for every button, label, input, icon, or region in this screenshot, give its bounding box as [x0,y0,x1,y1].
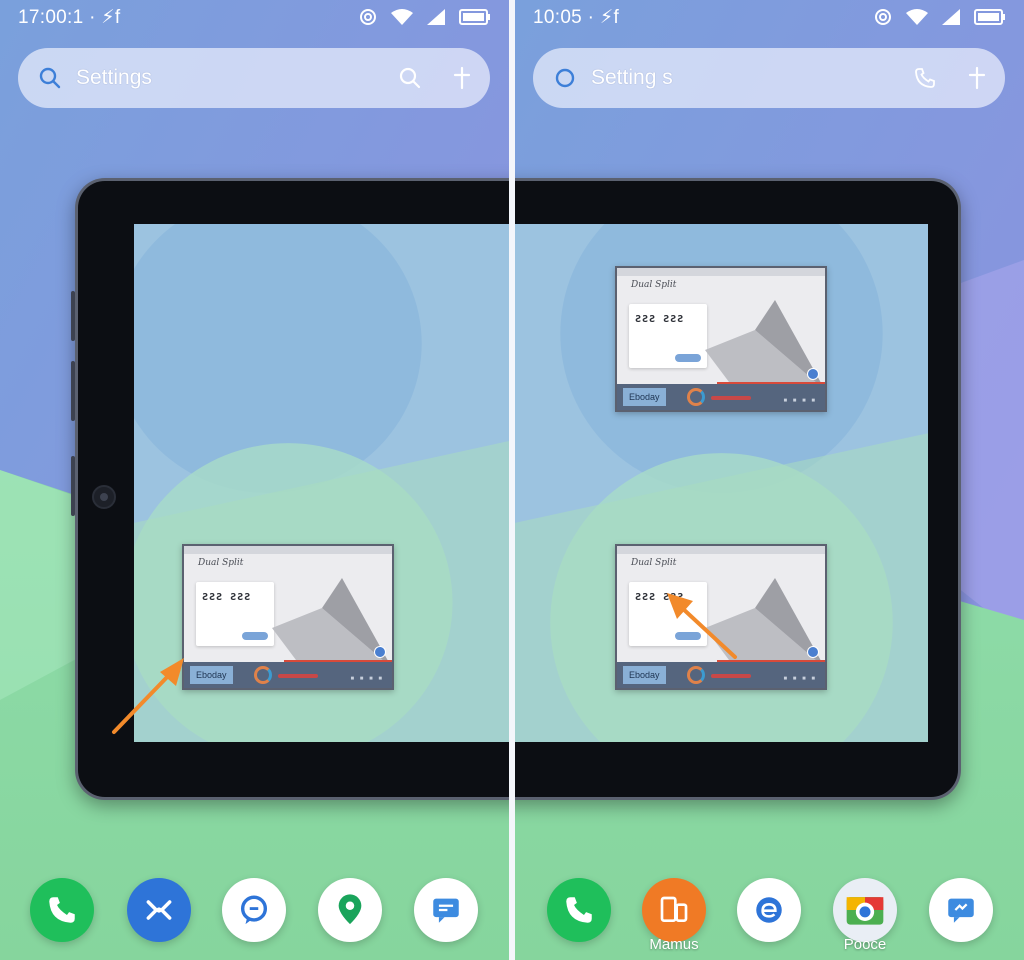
split-screen-app[interactable] [127,878,191,942]
gauge-icon [687,666,705,684]
volume-button [71,291,75,341]
phone-icon [566,897,592,923]
wifi-icon [906,9,928,25]
pointer-arrow [112,658,184,734]
battery-icon [459,9,490,25]
dock-label-mamus: Mamus [649,936,699,953]
devices-app[interactable] [642,878,706,942]
window-tag[interactable]: Eboday [190,666,233,684]
comparison-screenshot: 17:00:1 · ⚡f Settings Dual Split ƧƧƧ ƧƧƧ… [0,0,1024,960]
status-time: 10:05 · ⚡f [533,6,620,28]
window-title: Dual Split [631,280,677,290]
window-title: Dual Split [198,558,244,568]
tablet-frame: Dual Split ƧƧƧ ƧƧƧ Eboday ■ ■ ■ ■ [515,178,961,800]
dock-label-pooce: Pooce [843,936,887,953]
status-bar: 10:05 · ⚡f [533,4,1006,30]
sync-icon [360,9,376,25]
search-icon [39,67,61,89]
window-title: Dual Split [631,558,677,568]
right-phone-screen: 10:05 · ⚡f Setting s Dual Split ƧƧƧ ƧƧƧ … [515,0,1024,960]
status-icons [357,6,491,28]
tablet-screen: Dual Split ƧƧƧ ƧƧƧ Eboday ■ ■ ■ ■ [134,224,509,742]
search-bar[interactable]: Setting s [533,48,1005,108]
dialog-code: ƧƧƧ ƧƧƧ [635,314,685,325]
phone-icon[interactable] [913,66,937,90]
search-label: Settings [76,66,152,89]
volume-button [71,361,75,421]
camera-icon [846,897,884,925]
signal-icon [942,9,960,25]
message-icon [433,898,459,923]
messages-app[interactable] [414,878,478,942]
battery-icon [974,9,1005,25]
chat-app[interactable] [222,878,286,942]
chat-bubble-icon [240,895,268,925]
phone-icon [49,897,75,923]
badge-icon [374,646,386,658]
camera-app[interactable] [833,878,897,942]
sync-icon [875,9,891,25]
status-bar: 17:00:1 · ⚡f [18,4,491,30]
mic-icon[interactable] [967,66,987,90]
split-window-top[interactable]: Dual Split ƧƧƧ ƧƧƧ Eboday ■ ■ ■ ■ [615,266,827,412]
wifi-icon [391,9,413,25]
maps-app[interactable] [318,878,382,942]
window-tag[interactable]: Eboday [623,666,666,684]
phone-app[interactable] [547,878,611,942]
camera-icon [92,485,116,509]
search-bar[interactable]: Settings [18,48,490,108]
phone-app[interactable] [30,878,94,942]
badge-icon [807,646,819,658]
power-button [71,456,75,516]
split-screen-icon [146,900,172,920]
browser-icon [756,897,782,923]
mic-icon[interactable] [452,66,472,90]
maps-pin-icon [338,894,362,925]
app-dock: Mamus Pooce [515,878,1024,953]
search-icon [555,68,575,88]
dialog-card: ƧƧƧ ƧƧƧ [196,582,274,646]
dialog-button[interactable] [675,354,701,362]
app-dock [0,878,509,948]
message-icon [948,898,974,923]
devices-icon [660,896,688,922]
dialog-card: ƧƧƧ ƧƧƧ [629,304,707,368]
badge-icon [807,368,819,380]
signal-icon [427,9,445,25]
gauge-icon [254,666,272,684]
search-icon[interactable] [398,66,422,90]
status-time: 17:00:1 · ⚡f [18,6,121,28]
split-window[interactable]: Dual Split ƧƧƧ ƧƧƧ Eboday ■ ■ ■ ■ [182,544,394,690]
dialog-code: ƧƧƧ ƧƧƧ [202,592,252,603]
dialog-button[interactable] [242,632,268,640]
messages-app[interactable] [929,878,993,942]
gauge-icon [687,388,705,406]
search-label: Setting s [591,66,673,89]
status-icons [872,6,1006,28]
left-phone-screen: 17:00:1 · ⚡f Settings Dual Split ƧƧƧ ƧƧƧ… [0,0,509,960]
pointer-arrow [667,593,737,659]
window-tag[interactable]: Eboday [623,388,666,406]
browser-app[interactable] [737,878,801,942]
